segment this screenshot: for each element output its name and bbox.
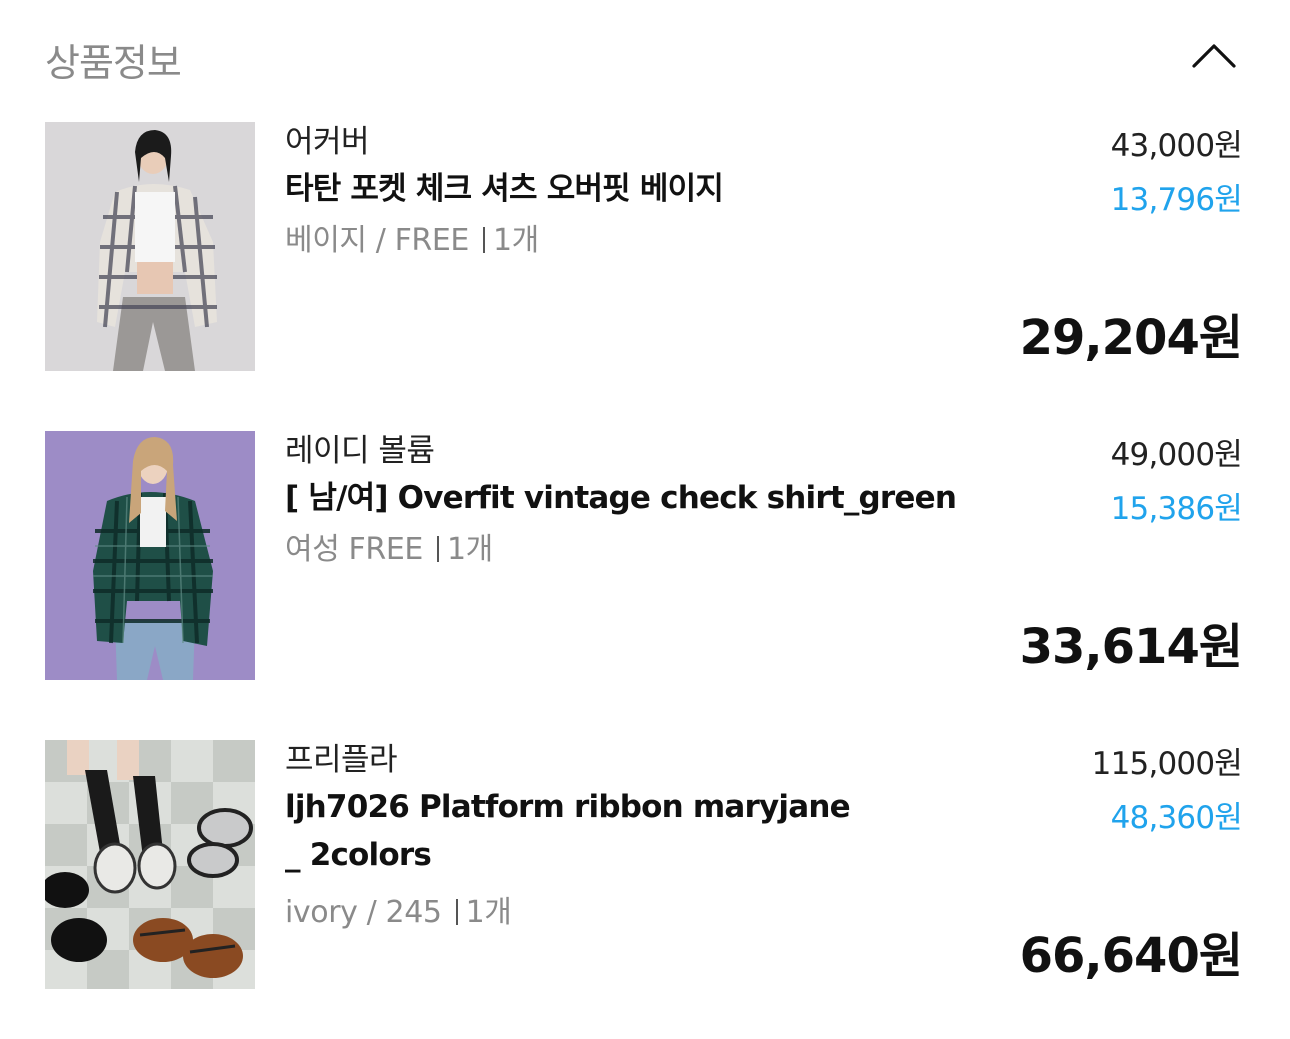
option-text: ivory / 245 [285,895,442,930]
price-block: 49,000원 15,386원 [942,431,1243,531]
order-item: 레이디 볼륨 [ 남/여] Overfit vintage check shir… [45,431,1243,680]
brand-name[interactable]: 어커버 [285,122,945,162]
order-item: 프리플라 ljh7026 Platform ribbon maryjane _ … [45,740,1243,989]
quantity-text: 1개 [465,895,512,930]
discount-amount: 13,796원 [1110,182,1243,218]
product-thumbnail[interactable] [45,740,255,989]
original-price: 43,000원 [1110,128,1243,164]
final-price: 66,640원 [1019,928,1243,984]
divider [436,536,439,562]
chevron-up-icon[interactable] [1190,36,1238,76]
option-row: 여성 FREE 1개 [285,530,945,570]
section-title: 상품정보 [45,41,182,85]
brand-name[interactable]: 레이디 볼륨 [285,431,945,471]
product-info: 프리플라 ljh7026 Platform ribbon maryjane _ … [285,740,945,933]
product-name[interactable]: [ 남/여] Overfit vintage check shirt_green [285,474,957,522]
product-info: 어커버 타탄 포켓 체크 셔츠 오버핏 베이지 베이지 / FREE 1개 [285,122,945,261]
price-block: 115,000원 48,360원 [942,740,1243,840]
brand-name[interactable]: 프리플라 [285,740,945,780]
original-price: 49,000원 [1110,437,1243,473]
option-text: 베이지 / FREE [285,223,469,258]
discount-amount: 15,386원 [1110,491,1243,527]
product-thumbnail[interactable] [45,431,255,680]
quantity-text: 1개 [493,223,539,258]
option-row: 베이지 / FREE 1개 [285,221,945,261]
price-block: 43,000원 13,796원 [942,122,1243,222]
divider [483,227,485,253]
product-name[interactable]: 타탄 포켓 체크 셔츠 오버핏 베이지 [285,165,945,213]
product-thumbnail[interactable] [45,122,255,371]
quantity-text: 1개 [446,532,493,567]
original-price: 115,000원 [1091,746,1243,782]
product-info: 레이디 볼륨 [ 남/여] Overfit vintage check shir… [285,431,957,570]
option-text: 여성 FREE [285,532,423,567]
discount-amount: 48,360원 [1110,800,1243,836]
order-item: 어커버 타탄 포켓 체크 셔츠 오버핏 베이지 베이지 / FREE 1개 43,… [45,122,1243,371]
option-row: ivory / 245 1개 [285,893,945,933]
final-price: 29,204원 [1019,310,1243,366]
product-info-header: 상품정보 [45,28,1242,85]
divider [455,899,458,925]
final-price: 33,614원 [1019,619,1243,675]
product-name[interactable]: ljh7026 Platform ribbon maryjane _ 2colo… [285,783,865,879]
